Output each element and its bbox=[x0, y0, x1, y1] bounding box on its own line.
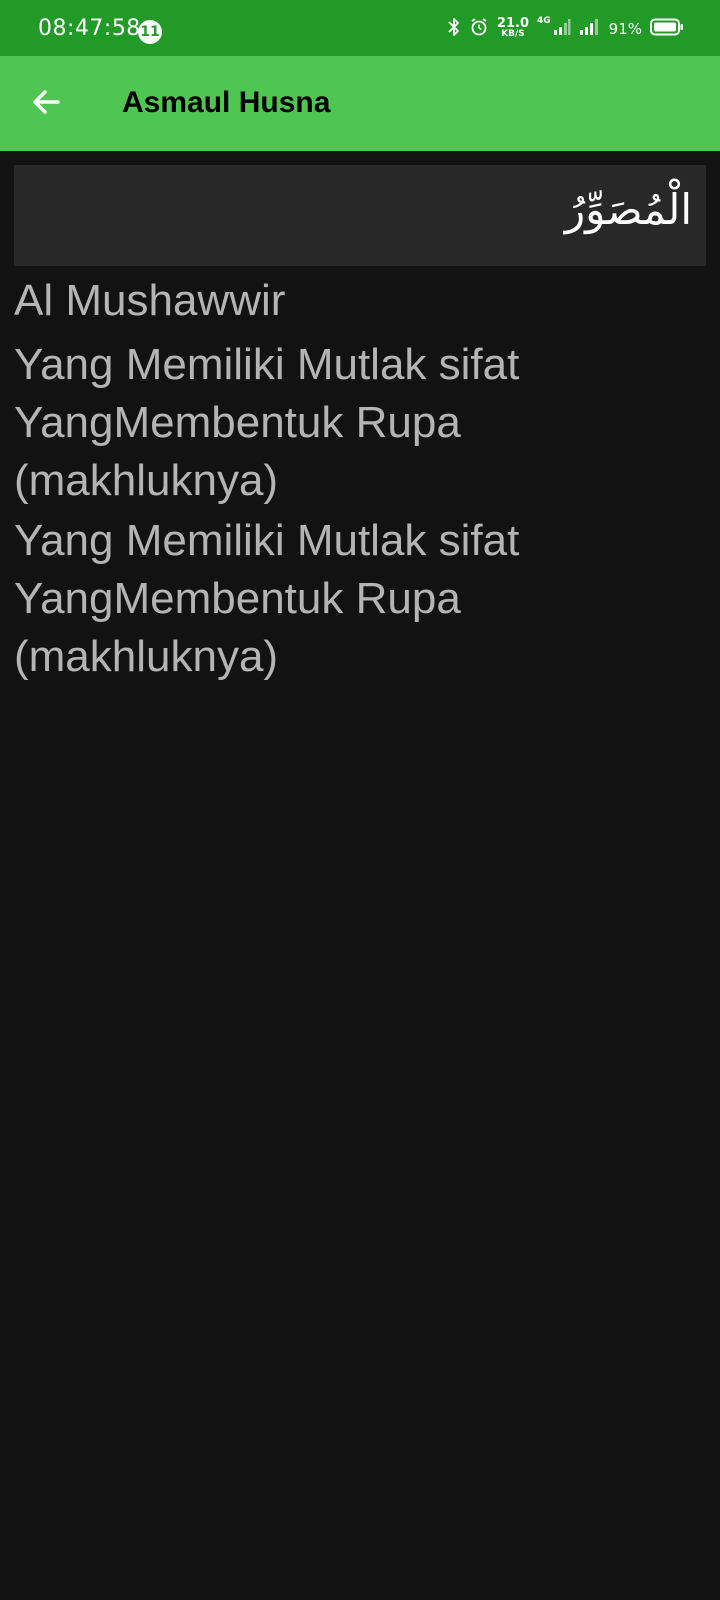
arrow-left-icon bbox=[30, 86, 62, 123]
name-detail: Al Mushawwir Yang Memiliki Mutlak sifat … bbox=[14, 270, 704, 688]
notification-count-badge: 11 bbox=[138, 20, 162, 44]
status-icons: 21.0 KB/S 4G 91% bbox=[447, 14, 684, 44]
signal-strength-icon-sim1 bbox=[553, 18, 571, 41]
bluetooth-icon bbox=[447, 17, 461, 42]
signal-strength-icon-sim2 bbox=[579, 18, 601, 41]
network-speed-unit: KB/S bbox=[501, 29, 525, 39]
alarm-icon bbox=[469, 17, 489, 42]
meaning-text-secondary: Yang Memiliki Mutlak sifat YangMembentuk… bbox=[14, 516, 520, 681]
latin-name: Al Mushawwir bbox=[14, 276, 286, 325]
meaning-text: Yang Memiliki Mutlak sifat YangMembentuk… bbox=[14, 340, 520, 505]
status-bar: 08:47:58 11 21.0 KB/S 4G 91% bbox=[0, 0, 720, 56]
arabic-name: الْمُصَوِّرُ bbox=[564, 185, 692, 234]
battery-percent: 91% bbox=[608, 20, 642, 38]
status-time: 08:47:58 bbox=[38, 16, 141, 41]
page-title: Asmaul Husna bbox=[122, 86, 331, 119]
arabic-name-panel: الْمُصَوِّرُ bbox=[14, 165, 706, 266]
battery-icon bbox=[650, 18, 684, 41]
back-button[interactable] bbox=[22, 80, 70, 128]
app-bar: Asmaul Husna bbox=[0, 56, 720, 151]
network-speed: 21.0 KB/S bbox=[496, 16, 529, 39]
network-type-label: 4G bbox=[537, 16, 551, 26]
network-speed-value: 21.0 bbox=[496, 16, 529, 31]
